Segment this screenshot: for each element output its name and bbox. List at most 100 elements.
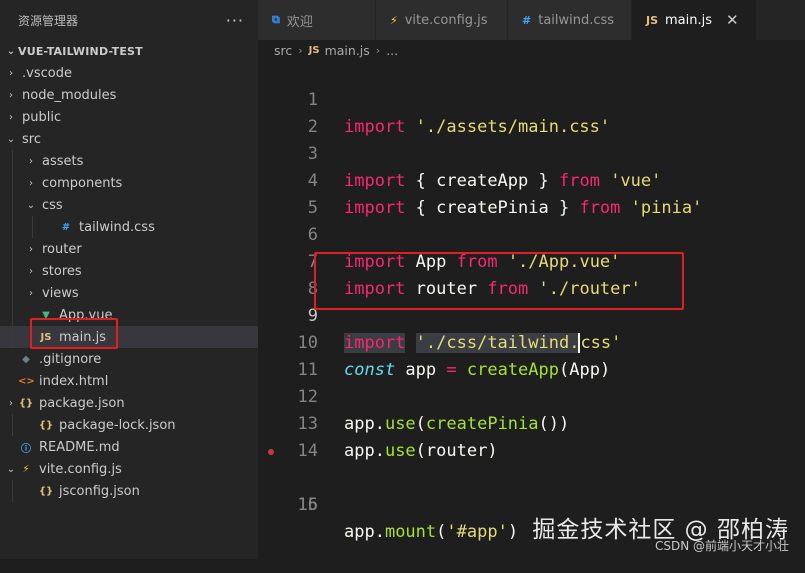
code-line: 2 (258, 87, 805, 137)
indent-guide (12, 304, 13, 326)
welcome-icon: ⧉ (272, 13, 280, 26)
tree-item-tailwind-css[interactable]: # tailwind.css (0, 216, 258, 238)
breakpoint-dot-icon[interactable] (268, 449, 274, 455)
html-file-icon: <> (18, 375, 35, 387)
tree-item-gitignore[interactable]: ◆ .gitignore (0, 348, 258, 370)
tree-item-label: src (22, 131, 41, 147)
tree-item-label: vite.config.js (39, 461, 122, 477)
tree-item-main-js[interactable]: JS main.js (0, 326, 258, 348)
tree-item-stores[interactable]: › stores (0, 260, 258, 282)
tree-item-package-lock-json[interactable]: {} package-lock.json (0, 414, 258, 436)
tree-item-index-html[interactable]: <> index.html (0, 370, 258, 392)
code-line: 6 import App from './App.vue' (258, 195, 805, 272)
editor-tab-bar: ⧉ 欢迎 ⚡ vite.config.js # tailwind.css JS … (258, 0, 805, 40)
vite-icon: ⚡ (390, 13, 398, 27)
code-line: 3 import { createApp } from 'vue' (258, 114, 805, 191)
tab-label: main.js (665, 12, 713, 28)
tab-welcome[interactable]: ⧉ 欢迎 (258, 0, 376, 40)
tree-item-src[interactable]: ⌄ src (0, 128, 258, 150)
more-actions-icon[interactable]: ··· (226, 11, 244, 30)
tree-item-label: App.vue (59, 307, 113, 323)
tree-item-readme-md[interactable]: ⓘ README.md (0, 436, 258, 458)
chevron-down-icon: ⌄ (6, 463, 16, 475)
tree-item-label: index.html (39, 373, 109, 389)
indent-guide (12, 326, 13, 348)
project-name: VUE-TAILWIND-TEST (18, 44, 143, 58)
tree-item-package-json[interactable]: › {} package.json (0, 392, 258, 414)
chevron-right-icon: › (29, 243, 33, 255)
json-file-icon: {} (38, 485, 54, 497)
git-file-icon: ◆ (22, 353, 30, 365)
indent-guide (32, 216, 33, 238)
code-line: 16 (258, 465, 805, 515)
indent-guide (12, 216, 13, 238)
code-editor[interactable]: 1 import './assets/main.css' 2 3 import … (258, 60, 805, 559)
tree-item-jsconfig-json[interactable]: {} jsconfig.json (0, 480, 258, 502)
tree-item-label: router (42, 241, 82, 257)
chevron-right-icon: › (375, 43, 381, 57)
code-line: 15 app.mount('#app') (258, 438, 805, 542)
breadcrumb-folder[interactable]: src (274, 43, 292, 58)
chevron-right-icon: › (9, 111, 13, 123)
code-line: 14 (258, 411, 805, 461)
line-number: 16 (297, 495, 318, 515)
chevron-right-icon: › (9, 67, 13, 79)
tree-item-label: assets (42, 153, 84, 169)
tab-main-js[interactable]: JS main.js ✕ (632, 0, 757, 40)
tree-item-components[interactable]: › components (0, 172, 258, 194)
explorer-header: 资源管理器 ··· (0, 0, 258, 40)
chevron-right-icon: › (29, 265, 33, 277)
indent-guide (12, 150, 13, 172)
indent-guide (12, 480, 13, 502)
watermark-sub: CSDN @前端小天才小壮 (654, 539, 789, 553)
explorer-sidebar: 资源管理器 ··· ⌄ VUE-TAILWIND-TEST › .vscode › n… (0, 0, 258, 559)
function-name: mount (384, 522, 437, 542)
tree-item-views[interactable]: › views (0, 282, 258, 304)
tree-item-label: jsconfig.json (59, 483, 140, 499)
indent-guide (12, 194, 13, 216)
js-file-icon: JS (646, 13, 659, 27)
chevron-right-icon: › (9, 89, 13, 101)
indent-guide (12, 414, 13, 436)
breadcrumb-file[interactable]: main.js (325, 43, 370, 58)
tree-item-public[interactable]: › public (0, 106, 258, 128)
breadcrumb: src › JS main.js › ... (258, 40, 805, 60)
code-line: 4 import { createPinia } from 'pinia' (258, 141, 805, 218)
tab-vite-config[interactable]: ⚡ vite.config.js (376, 0, 508, 40)
tree-item-label: .gitignore (39, 351, 102, 367)
explorer-title: 资源管理器 (18, 13, 79, 28)
css-file-icon: # (61, 221, 71, 233)
tree-item-label: node_modules (22, 87, 117, 103)
chevron-down-icon: ⌄ (6, 133, 16, 145)
tree-item-label: stores (42, 263, 82, 279)
tree-item-vite-config-js[interactable]: ⌄ ⚡ vite.config.js (0, 458, 258, 480)
tree-item-label: package-lock.json (59, 417, 176, 433)
indent-guide (12, 260, 13, 282)
file-tree: › .vscode › node_modules › public ⌄ src › assets ›… (0, 62, 258, 502)
close-icon[interactable]: ✕ (726, 11, 739, 29)
tree-item-vscode[interactable]: › .vscode (0, 62, 258, 84)
code-text: ) (507, 522, 519, 542)
project-root-folder[interactable]: ⌄ VUE-TAILWIND-TEST (0, 40, 258, 62)
tree-item-css[interactable]: ⌄ css (0, 194, 258, 216)
chevron-right-icon: › (29, 155, 33, 167)
tree-item-label: public (22, 109, 62, 125)
tree-item-node-modules[interactable]: › node_modules (0, 84, 258, 106)
tree-item-router[interactable]: › router (0, 238, 258, 260)
tree-item-app-vue[interactable]: ▼ App.vue (0, 304, 258, 326)
breadcrumb-symbols[interactable]: ... (386, 43, 398, 58)
code-line: 7 import router from './router' (258, 222, 805, 299)
tree-item-label: tailwind.css (79, 219, 155, 235)
code-line: 11 (258, 330, 805, 380)
tab-tailwind-css[interactable]: # tailwind.css (508, 0, 632, 40)
chevron-right-icon: › (298, 43, 303, 57)
code-line: 10 const app = createApp(App) (258, 303, 805, 380)
indent-guide (12, 238, 13, 260)
code-text: ( (436, 522, 447, 542)
chevron-right-icon: › (9, 397, 13, 409)
json-file-icon: {} (18, 397, 34, 409)
tree-item-assets[interactable]: › assets (0, 150, 258, 172)
chevron-right-icon: › (29, 177, 33, 189)
chevron-right-icon: › (29, 287, 33, 299)
tab-label: vite.config.js (404, 12, 488, 28)
